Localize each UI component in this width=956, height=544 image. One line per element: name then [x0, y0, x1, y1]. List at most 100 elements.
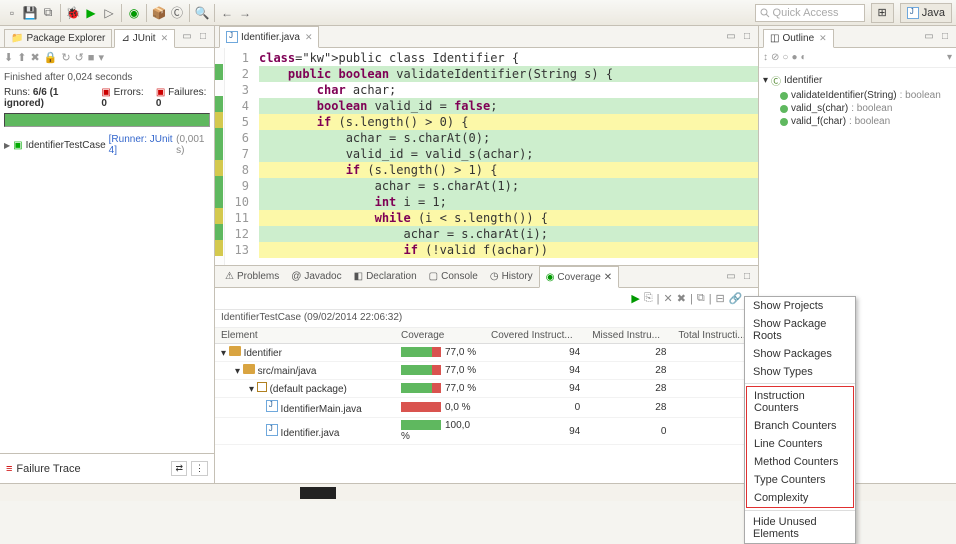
- quick-access-input[interactable]: Quick Access: [755, 4, 865, 22]
- javadoc-icon: @: [291, 271, 301, 282]
- menu-complexity[interactable]: Complexity: [747, 489, 853, 507]
- junit-icon: ⊿: [121, 33, 129, 44]
- menu-method-counters[interactable]: Method Counters: [747, 453, 853, 471]
- bottom-tab-bar: ⚠Problems @Javadoc ◧Declaration ▢Console…: [215, 266, 758, 288]
- compare-icon[interactable]: ⇄: [171, 461, 187, 476]
- menu-show-packages[interactable]: Show Packages: [745, 345, 855, 363]
- run-icon[interactable]: ▶: [83, 5, 99, 21]
- outline-toolbar: ↕ ⊘ ○ ● ◐ ▾: [759, 48, 956, 68]
- junit-toolbar: ⬇ ⬆ ✖ 🔒 ↻ ↺ ■ ▾: [0, 48, 214, 68]
- merge-icon[interactable]: ⧉: [697, 292, 705, 305]
- junit-progress-bar: [4, 113, 210, 127]
- junit-finished-label: Finished after 0,024 seconds: [4, 72, 210, 83]
- maximize-icon[interactable]: □: [740, 269, 754, 283]
- hide-nonpublic-icon[interactable]: ●: [791, 52, 797, 63]
- left-panel: 📁 Package Explorer ⊿ JUnit ✕ ▭ □ ⬇ ⬆ ✖ 🔒…: [0, 26, 215, 483]
- coverage-icon[interactable]: ◉: [126, 5, 142, 21]
- console-icon: ▢: [429, 271, 438, 282]
- close-icon[interactable]: ✕: [305, 32, 313, 43]
- rerun-icon[interactable]: ↻: [61, 51, 70, 64]
- rerun-failed-icon[interactable]: ↺: [75, 51, 84, 64]
- coverage-view-menu[interactable]: Show Projects Show Package Roots Show Pa…: [744, 296, 856, 544]
- prev-failure-icon[interactable]: ⬆: [17, 51, 26, 64]
- table-row[interactable]: ▾ (default package)77,0 %9428: [215, 380, 758, 398]
- tab-problems[interactable]: ⚠Problems: [219, 266, 285, 287]
- package-explorer-icon: 📁: [11, 33, 23, 44]
- back-icon[interactable]: ←: [219, 5, 235, 21]
- remove-session-icon[interactable]: ✕: [664, 292, 673, 305]
- hide-fields-icon[interactable]: ⊘: [771, 52, 779, 63]
- save-all-icon[interactable]: ⧉: [40, 5, 56, 21]
- filter-icon[interactable]: ⋮: [191, 461, 208, 476]
- sort-icon[interactable]: ↕: [763, 52, 768, 63]
- search-icon[interactable]: 🔍: [194, 5, 210, 21]
- table-row[interactable]: Identifier.java100,0 %940: [215, 418, 758, 445]
- new-package-icon[interactable]: 📦: [151, 5, 167, 21]
- maximize-icon[interactable]: □: [196, 29, 210, 43]
- minimize-icon[interactable]: ▭: [180, 29, 194, 43]
- close-icon[interactable]: ✕: [819, 33, 827, 44]
- menu-show-types[interactable]: Show Types: [745, 363, 855, 381]
- history-icon: ◷: [490, 271, 499, 282]
- relaunch-icon[interactable]: ▶: [631, 292, 639, 305]
- left-tab-bar: 📁 Package Explorer ⊿ JUnit ✕ ▭ □: [0, 26, 214, 48]
- table-row[interactable]: ▾ src/main/java77,0 %9428: [215, 362, 758, 380]
- coverage-table[interactable]: Element Coverage Covered Instruct... Mis…: [215, 328, 758, 483]
- dump-icon[interactable]: ⎘: [644, 292, 653, 305]
- status-indicator: [300, 487, 336, 499]
- table-row[interactable]: IdentifierMain.java0,0 %028: [215, 398, 758, 418]
- tab-package-explorer[interactable]: 📁 Package Explorer: [4, 29, 112, 47]
- hide-static-icon[interactable]: ○: [782, 52, 788, 63]
- maximize-icon[interactable]: □: [740, 29, 754, 43]
- menu-branch-counters[interactable]: Branch Counters: [747, 417, 853, 435]
- close-icon[interactable]: ✕: [161, 33, 169, 44]
- tab-console[interactable]: ▢Console: [423, 266, 484, 287]
- new-icon[interactable]: ▫: [4, 5, 20, 21]
- history-icon[interactable]: ▾: [98, 51, 104, 64]
- collapse-icon[interactable]: ⊟: [716, 292, 725, 305]
- show-failures-icon[interactable]: ✖: [30, 51, 39, 64]
- menu-instruction-counters[interactable]: Instruction Counters: [747, 387, 853, 417]
- save-icon[interactable]: 💾: [22, 5, 38, 21]
- hide-local-icon[interactable]: ◐: [800, 52, 806, 63]
- tab-coverage[interactable]: ◉Coverage✕: [539, 266, 619, 288]
- minimize-icon[interactable]: ▭: [724, 29, 738, 43]
- tab-history[interactable]: ◷History: [484, 266, 539, 287]
- tab-junit[interactable]: ⊿ JUnit ✕: [114, 29, 175, 48]
- menu-line-counters[interactable]: Line Counters: [747, 435, 853, 453]
- open-perspective-button[interactable]: ⊞: [871, 3, 894, 23]
- center-panel: Identifier.java ✕ ▭ □ 12345678910111213 …: [215, 26, 758, 483]
- coverage-session-label: IdentifierTestCase (09/02/2014 22:06:32): [215, 310, 758, 328]
- tab-declaration[interactable]: ◧Declaration: [348, 266, 423, 287]
- remove-all-icon[interactable]: ✖: [677, 292, 686, 305]
- java-file-icon: [226, 31, 238, 43]
- bottom-panel: ⚠Problems @Javadoc ◧Declaration ▢Console…: [215, 265, 758, 483]
- scroll-lock-icon[interactable]: 🔒: [44, 51, 58, 64]
- maximize-icon[interactable]: □: [938, 29, 952, 43]
- debug-icon[interactable]: 🐞: [65, 5, 81, 21]
- menu-show-package-roots[interactable]: Show Package Roots: [745, 315, 855, 345]
- code-editor[interactable]: 12345678910111213 class="kw">public clas…: [215, 48, 758, 265]
- failure-trace-section: ≡ Failure Trace ⇄ ⋮: [0, 453, 214, 483]
- table-row[interactable]: ▾ Identifier77,0 %9428: [215, 344, 758, 362]
- minimize-icon[interactable]: ▭: [724, 269, 738, 283]
- new-class-icon[interactable]: Ⓒ: [169, 5, 185, 21]
- junit-tree[interactable]: ▶ ▣ IdentifierTestCase [Runner: JUnit 4]…: [4, 133, 210, 157]
- menu-show-projects[interactable]: Show Projects: [745, 297, 855, 315]
- close-icon[interactable]: ✕: [604, 272, 612, 283]
- forward-icon[interactable]: →: [237, 5, 253, 21]
- stop-icon[interactable]: ■: [88, 52, 95, 64]
- view-menu-icon[interactable]: ▾: [947, 52, 952, 63]
- run-last-icon[interactable]: ▷: [101, 5, 117, 21]
- minimize-icon[interactable]: ▭: [922, 29, 936, 43]
- main-toolbar: ▫ 💾 ⧉ 🐞 ▶ ▷ ◉ 📦 Ⓒ 🔍 ← → Quick Access ⊞ J…: [0, 0, 956, 26]
- link-icon[interactable]: 🔗: [729, 292, 743, 305]
- tab-outline[interactable]: ◫ Outline ✕: [763, 29, 834, 48]
- menu-type-counters[interactable]: Type Counters: [747, 471, 853, 489]
- editor-tab-identifier[interactable]: Identifier.java ✕: [219, 26, 319, 48]
- tab-javadoc[interactable]: @Javadoc: [285, 266, 347, 287]
- failure-trace-icon: ≡: [6, 463, 12, 475]
- next-failure-icon[interactable]: ⬇: [4, 51, 13, 64]
- java-perspective-button[interactable]: Java: [900, 3, 952, 23]
- menu-hide-unused[interactable]: Hide Unused Elements: [745, 513, 855, 543]
